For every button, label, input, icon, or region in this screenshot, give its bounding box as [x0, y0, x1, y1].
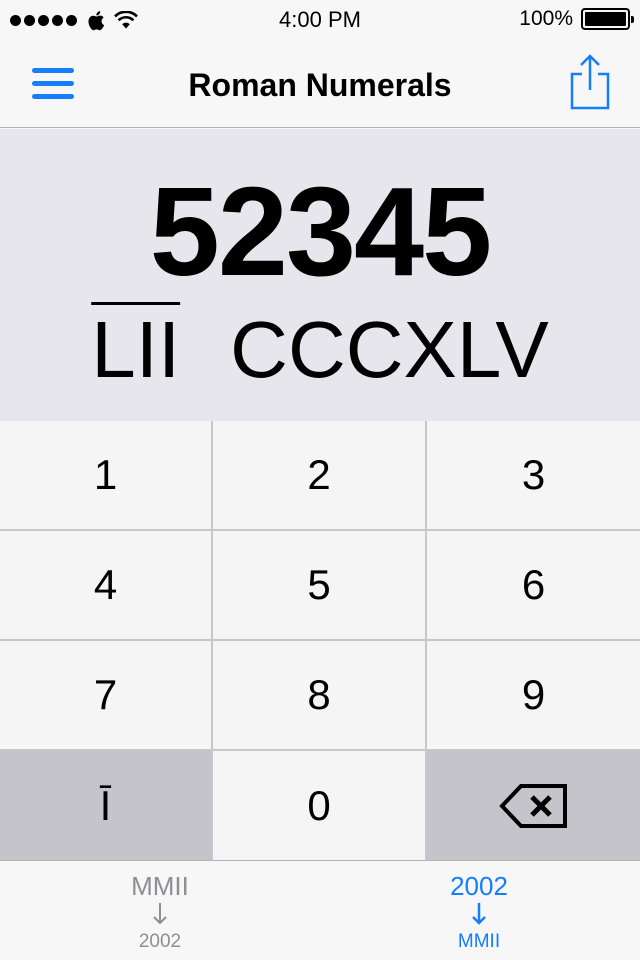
- keypad: 1 2 3 4 5 6 7 8 9 Ī 0: [0, 421, 640, 861]
- down-arrow-icon: [399, 901, 559, 931]
- tab-right-top-label: 2002: [450, 871, 508, 901]
- share-button[interactable]: [568, 54, 612, 110]
- roman-remainder: CCCXLV: [230, 305, 549, 394]
- key-9[interactable]: 9: [427, 641, 640, 751]
- backspace-button[interactable]: [427, 751, 640, 861]
- arabic-number: 52345: [149, 161, 492, 302]
- key-8[interactable]: 8: [213, 641, 427, 751]
- tab-left-top-label: MMII: [131, 871, 189, 901]
- tab-right-bottom-label: MMII: [457, 931, 501, 952]
- status-right: 100%: [519, 7, 634, 31]
- key-thousands-overline[interactable]: Ī: [0, 751, 213, 861]
- key-2[interactable]: 2: [213, 421, 427, 531]
- roman-thousands-overlined: LII: [91, 305, 181, 394]
- tab-arabic-to-roman[interactable]: 2002 MMII: [399, 871, 559, 953]
- battery-icon: [581, 8, 634, 30]
- key-3[interactable]: 3: [427, 421, 640, 531]
- tab-left-bottom-label: 2002: [138, 931, 182, 952]
- key-0[interactable]: 0: [213, 751, 427, 861]
- tab-roman-to-arabic[interactable]: MMII 2002: [80, 871, 240, 953]
- key-6[interactable]: 6: [427, 531, 640, 641]
- backspace-icon: [498, 783, 567, 828]
- down-arrow-icon: [80, 901, 240, 931]
- key-7[interactable]: 7: [0, 641, 213, 751]
- share-icon: [570, 54, 610, 110]
- battery-percentage: 100%: [519, 7, 573, 30]
- page-title: Roman Numerals: [188, 67, 452, 103]
- key-4[interactable]: 4: [0, 531, 213, 641]
- navigation-bar: Roman Numerals: [0, 40, 640, 128]
- key-5[interactable]: 5: [213, 531, 427, 641]
- number-display: 52345 LII CCCXLV: [0, 129, 640, 421]
- key-1[interactable]: 1: [0, 421, 213, 531]
- conversion-tab-bar: MMII 2002 2002 MMII: [0, 861, 640, 960]
- status-bar: 4:00 PM 100%: [0, 0, 640, 40]
- roman-numeral: LII CCCXLV: [0, 305, 640, 395]
